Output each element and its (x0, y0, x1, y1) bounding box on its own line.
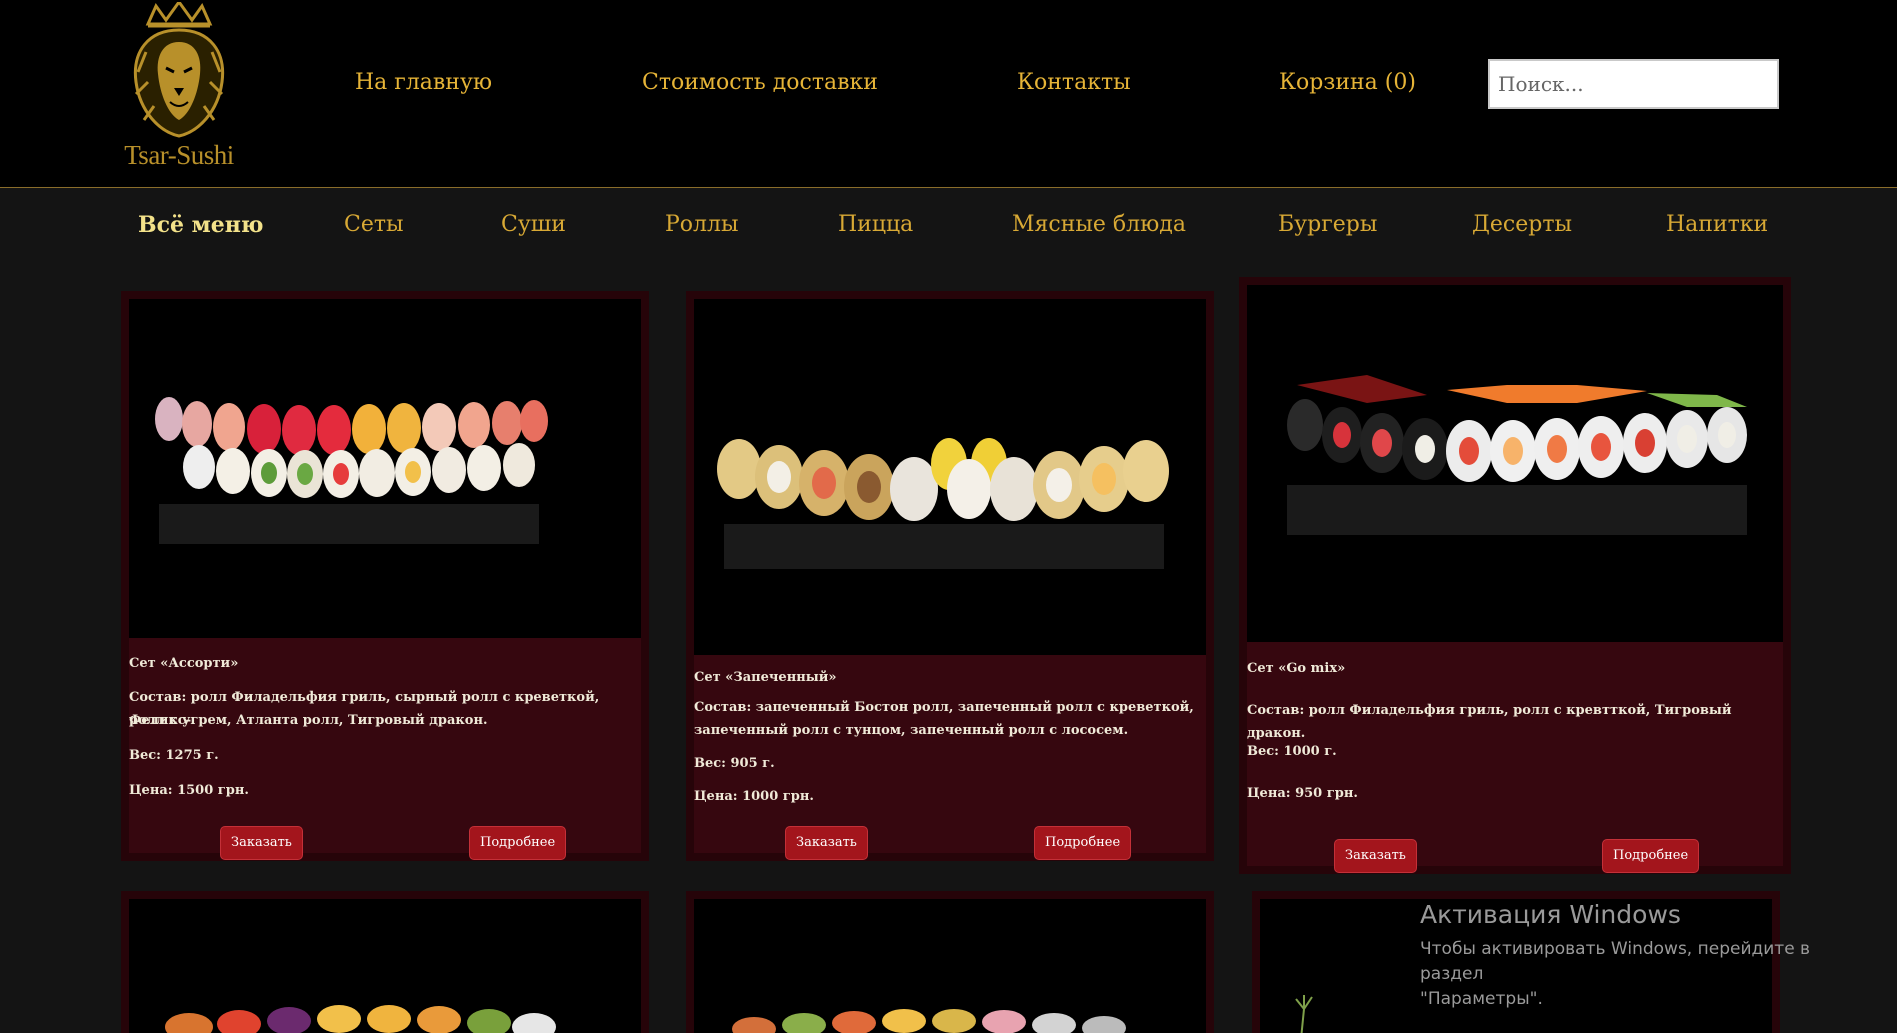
product-card (121, 891, 649, 1033)
nav-cart-link[interactable]: Корзина (0) (1279, 70, 1416, 95)
product-card (686, 891, 1214, 1033)
product-composition: запеченный ролл с тунцом, запеченный рол… (694, 723, 1129, 738)
lion-crown-icon (133, 0, 225, 138)
product-title: Сет «Ассорти» (129, 656, 239, 671)
product-weight: Вес: 905 г. (694, 756, 775, 771)
details-button[interactable]: Подробнее (469, 826, 567, 860)
product-composition: ролл с угрем, Атланта ролл, Тигровый дра… (129, 713, 488, 728)
order-button[interactable]: Заказать (1334, 839, 1417, 873)
category-rolls[interactable]: Роллы (665, 212, 739, 237)
category-meat[interactable]: Мясные блюда (1012, 212, 1186, 237)
windows-activation-watermark: Активация Windows Чтобы активировать Win… (1420, 900, 1870, 1012)
category-burgers[interactable]: Бургеры (1278, 212, 1377, 237)
product-image[interactable] (129, 299, 641, 638)
category-all-menu[interactable]: Всё меню (138, 212, 263, 238)
sushi-set-image (717, 438, 1169, 569)
product-price: Цена: 1000 грн. (694, 789, 814, 804)
sushi-set-image (1287, 375, 1747, 535)
category-desserts[interactable]: Десерты (1472, 212, 1572, 237)
activation-text: Чтобы активировать Windows, перейдите в … (1420, 937, 1870, 1012)
product-card: Сет «Go mix» Состав: ролл Филадельфия гр… (1239, 277, 1791, 874)
product-price: Цена: 1500 грн. (129, 783, 249, 798)
product-composition: Состав: ролл Филадельфия гриль, ролл с к… (1247, 703, 1732, 741)
sushi-set-image (155, 397, 548, 544)
activation-title: Активация Windows (1420, 900, 1681, 929)
nav-home-link[interactable]: На главную (355, 70, 492, 95)
details-button[interactable]: Подробнее (1034, 826, 1132, 860)
product-price: Цена: 950 грн. (1247, 786, 1358, 801)
product-image[interactable] (129, 899, 641, 1033)
brand-name: Tsar-Sushi (124, 140, 234, 170)
product-card: Сет «Ассорти» Состав: ролл Филадельфия г… (121, 291, 649, 861)
site-header: Tsar-Sushi На главную Стоимость доставки… (0, 0, 1897, 188)
product-image[interactable] (1247, 285, 1783, 642)
category-pizza[interactable]: Пицца (838, 212, 913, 237)
product-composition: Состав: запеченный Бостон ролл, запеченн… (694, 700, 1194, 715)
category-drinks[interactable]: Напитки (1666, 212, 1768, 237)
product-image[interactable] (694, 299, 1206, 655)
product-card: Сет «Запеченный» Состав: запеченный Бост… (686, 291, 1214, 861)
activation-line: Чтобы активировать Windows, перейдите в … (1420, 939, 1811, 984)
brand-logo[interactable]: Tsar-Sushi (118, 0, 240, 172)
product-title: Сет «Запеченный» (694, 670, 837, 685)
product-weight: Вес: 1275 г. (129, 748, 219, 763)
sushi-set-image (165, 1005, 556, 1033)
category-sets[interactable]: Сеты (344, 212, 404, 237)
product-weight: Вес: 1000 г. (1247, 744, 1337, 759)
product-image[interactable] (694, 899, 1206, 1033)
order-button[interactable]: Заказать (785, 826, 868, 860)
nav-delivery-link[interactable]: Стоимость доставки (642, 70, 878, 95)
order-button[interactable]: Заказать (220, 826, 303, 860)
nav-contacts-link[interactable]: Контакты (1017, 70, 1131, 95)
product-title: Сет «Go mix» (1247, 661, 1346, 676)
search-input[interactable] (1488, 59, 1779, 109)
activation-line: "Параметры". (1420, 989, 1543, 1009)
sushi-set-image (732, 1009, 1126, 1033)
details-button[interactable]: Подробнее (1602, 839, 1700, 873)
category-sushi[interactable]: Суши (501, 212, 566, 237)
